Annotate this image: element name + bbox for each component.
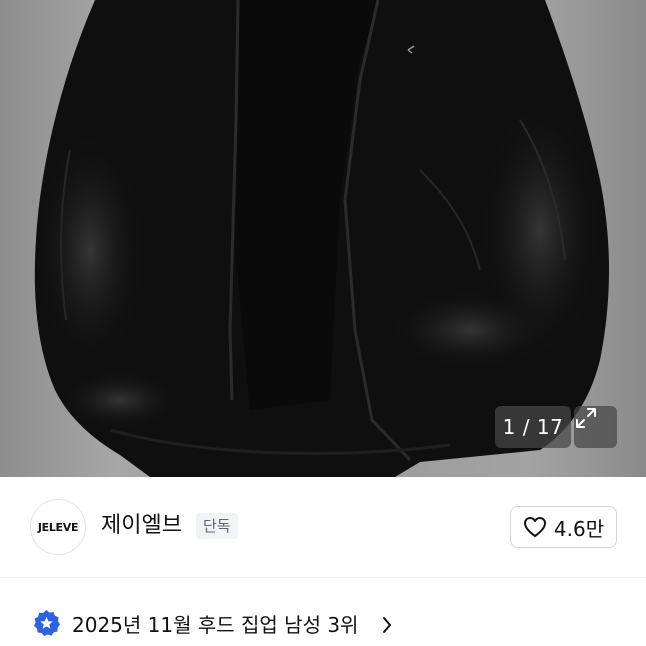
ranking-text: 2025년 11월 후드 집업 남성 3위 — [72, 613, 359, 637]
product-image-gallery[interactable]: 1 / 17 — [0, 0, 646, 477]
brand-name-link[interactable]: 제이엘브 — [101, 510, 182, 542]
brand-logo[interactable]: JELEVE — [30, 499, 86, 555]
like-count: 4.6만 — [553, 516, 605, 541]
expand-button[interactable] — [574, 406, 617, 448]
heart-icon — [523, 517, 546, 537]
section-divider — [0, 577, 646, 578]
expand-icon — [576, 408, 596, 428]
ranking-badge-icon — [34, 610, 60, 636]
like-button[interactable]: 4.6만 — [510, 506, 617, 548]
ranking-link[interactable]: 2025년 11월 후드 집업 남성 3위 — [0, 600, 646, 646]
brand-logo-text: JELEVE — [37, 520, 79, 534]
chevron-right-icon — [383, 617, 391, 633]
image-counter: 1 / 17 — [495, 406, 571, 448]
brand-row: JELEVE 제이엘브 단독 4.6만 — [0, 477, 646, 577]
exclusive-badge: 단독 — [196, 513, 238, 539]
